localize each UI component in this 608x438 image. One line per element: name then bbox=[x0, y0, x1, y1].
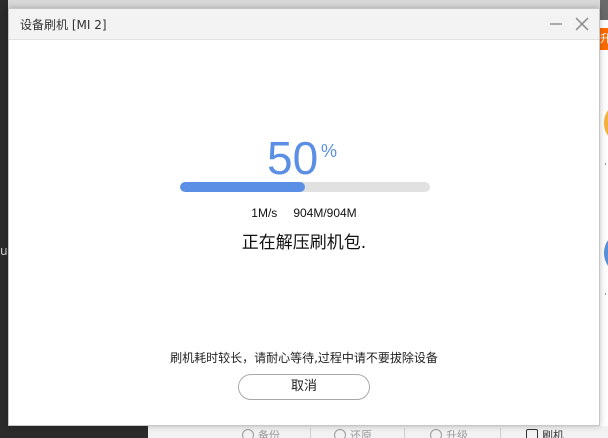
transfer-speed: 1M/s bbox=[251, 206, 278, 220]
minimize-icon bbox=[550, 23, 562, 25]
background-right-label: · bbox=[604, 160, 607, 170]
background-right-label: · bbox=[604, 290, 607, 300]
background-right-tab[interactable]: 升 bbox=[600, 28, 608, 50]
cancel-button[interactable]: 取消 bbox=[238, 374, 370, 400]
divider bbox=[500, 428, 501, 438]
background-bottom-dark-panel bbox=[0, 426, 148, 438]
background-bottom-toolbar: 备份 还原 升级 刷机 bbox=[0, 426, 608, 438]
close-button[interactable] bbox=[571, 13, 593, 35]
progress-percent-sign: % bbox=[321, 141, 338, 161]
transfer-size: 904M/904M bbox=[293, 206, 357, 220]
flash-dialog: 设备刷机 [MI 2] 50 % 1M/s 904M/904M 正在解压刷机包. … bbox=[8, 8, 600, 426]
progress-bar bbox=[180, 182, 430, 192]
bottom-toolbar-backup[interactable]: 备份 bbox=[242, 427, 280, 438]
divider bbox=[404, 428, 405, 438]
background-right-panel: 升 · · bbox=[600, 0, 608, 438]
bottom-toolbar-label: 升级 bbox=[446, 429, 468, 438]
background-left-glyph: u bbox=[0, 244, 8, 258]
status-text: 正在解压刷机包. bbox=[241, 233, 367, 253]
transfer-stats: 1M/s 904M/904M bbox=[9, 206, 599, 220]
bottom-toolbar-restore[interactable]: 还原 bbox=[334, 427, 372, 438]
progress-percent: 50 % bbox=[267, 133, 357, 183]
background-left-panel: u bbox=[0, 0, 8, 438]
minimize-button[interactable] bbox=[545, 13, 567, 35]
dialog-title: 设备刷机 [MI 2] bbox=[20, 18, 107, 32]
bottom-toolbar-label: 刷机 bbox=[542, 429, 564, 438]
bottom-toolbar-flash[interactable]: 刷机 bbox=[526, 427, 564, 438]
progress-bar-fill bbox=[180, 182, 305, 192]
background-blue-icon bbox=[604, 234, 608, 272]
flash-icon bbox=[526, 429, 538, 438]
bottom-toolbar-upgrade[interactable]: 升级 bbox=[430, 427, 468, 438]
close-icon bbox=[575, 17, 589, 31]
bottom-toolbar-label: 还原 bbox=[350, 429, 372, 438]
background-right-header bbox=[600, 0, 608, 20]
warning-text: 刷机耗时较长，请耐心等待,过程中请不要拔除设备 bbox=[170, 351, 438, 365]
upgrade-icon bbox=[430, 429, 442, 438]
progress-percent-value: 50 bbox=[267, 132, 319, 184]
dialog-titlebar[interactable]: 设备刷机 [MI 2] bbox=[9, 9, 599, 40]
divider bbox=[310, 428, 311, 438]
bottom-toolbar-label: 备份 bbox=[258, 429, 280, 438]
backup-icon bbox=[242, 429, 254, 438]
background-orange-icon bbox=[604, 104, 608, 142]
restore-icon bbox=[334, 429, 346, 438]
